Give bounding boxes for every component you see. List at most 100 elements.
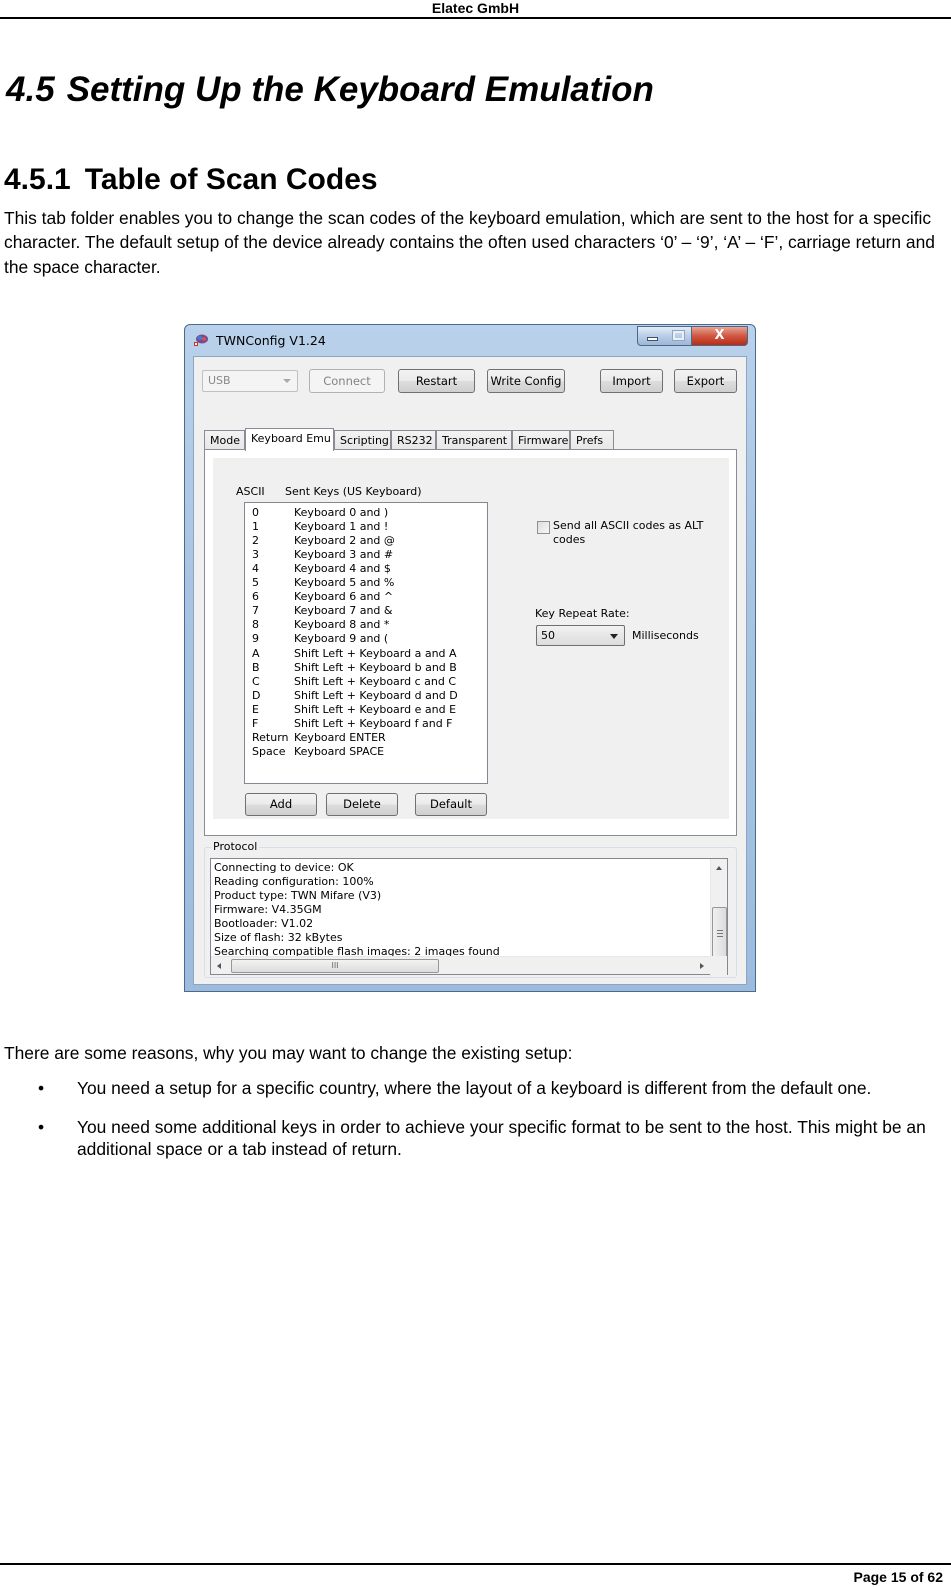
ascii-cell: 6 [252, 590, 259, 604]
key-repeat-label: Key Repeat Rate: [535, 607, 630, 620]
footer-rule [0, 1563, 951, 1565]
scroll-up-icon[interactable] [716, 866, 722, 870]
delete-button[interactable]: Delete [326, 793, 398, 816]
page-header: Elatec GmbH [431, 0, 520, 16]
reasons-intro: There are some reasons, why you may want… [4, 1043, 573, 1063]
tab-mode[interactable]: Mode [204, 430, 245, 450]
intro-paragraph: This tab folder enables you to change th… [4, 208, 935, 277]
reason-text: You need a setup for a specific country,… [77, 1078, 872, 1098]
protocol-group: Protocol Connecting to device: OK Reading… [204, 840, 737, 978]
ascii-cell: 4 [252, 562, 259, 576]
port-combo[interactable]: USB [202, 370, 298, 392]
sent-keys-cell: Shift Left + Keyboard e and E [294, 702, 457, 716]
ascii-cell: 3 [252, 548, 259, 562]
protocol-log[interactable]: Connecting to device: OK Reading configur… [210, 858, 728, 977]
sent-keys-cell: Keyboard 5 and % [294, 576, 395, 590]
scroll-left-icon[interactable] [217, 963, 221, 969]
list-item: • You need a setup for a specific country… [0, 1077, 951, 1099]
minimize-button[interactable] [637, 326, 666, 346]
close-icon: X [714, 328, 725, 343]
tab-transparent[interactable]: Transparent [436, 430, 512, 450]
sent-keys-cell: Shift Left + Keyboard a and A [294, 646, 457, 660]
add-button[interactable]: Add [245, 793, 317, 816]
section-heading: 4.5 Setting Up the Keyboard Emulation [6, 66, 654, 114]
log-line: Bootloader: V1.02 [214, 917, 314, 930]
sent-keys-cell: Keyboard 1 and ! [294, 520, 389, 534]
alt-codes-checkbox[interactable] [537, 521, 550, 534]
ascii-cell: 8 [252, 618, 259, 632]
ascii-cell: 5 [252, 576, 259, 590]
horizontal-scroll-thumb[interactable]: III [231, 959, 439, 973]
sent-keys-cell: Keyboard 0 and ) [294, 506, 389, 519]
subsection-number: 4.5.1 [4, 163, 71, 196]
sent-keys-cell: Keyboard SPACE [294, 744, 385, 758]
twnconfig-app-icon [194, 334, 208, 346]
alt-codes-label[interactable]: Send all ASCII codes as ALT codes [553, 519, 713, 547]
log-line: Connecting to device: OK [214, 861, 354, 874]
ascii-cell: 2 [252, 534, 259, 548]
tab-prefs[interactable]: Prefs [570, 430, 614, 450]
ascii-column-header: ASCII [236, 485, 265, 498]
window-client: USB Connect Restart Write Config Import … [193, 356, 747, 985]
scroll-right-icon[interactable] [700, 963, 704, 969]
bullet-icon: • [38, 1078, 45, 1098]
tab-scripting[interactable]: Scripting [334, 430, 391, 450]
ascii-cell: B [252, 660, 260, 674]
export-button[interactable]: Export [674, 369, 737, 393]
key-repeat-select[interactable]: 50 [536, 625, 625, 646]
list-item: • You need some additional keys in order … [0, 1116, 951, 1160]
sent-keys-cell: Keyboard 2 and @ [294, 534, 395, 548]
log-line: Firmware: V4.35GM [214, 903, 322, 916]
connect-button[interactable]: Connect [309, 369, 385, 393]
sent-keys-cell: Keyboard 3 and # [294, 548, 394, 562]
log-line: Size of flash: 32 kBytes [214, 931, 343, 944]
ascii-cell: A [252, 646, 260, 660]
tab-keyboard-emu[interactable]: Keyboard Emu [245, 428, 334, 451]
keyboard-emu-panel: ASCII Sent Keys (US Keyboard) 0 Keyboard … [204, 449, 737, 836]
sent-keys-cell: Keyboard 4 and $ [294, 562, 391, 576]
key-repeat-unit: Milliseconds [632, 629, 699, 642]
section-title: Setting Up the Keyboard Emulation [66, 70, 654, 109]
sent-keys-cell: Keyboard ENTER [294, 730, 386, 744]
bullet-icon: • [38, 1117, 45, 1137]
sent-keys-cell: Shift Left + Keyboard d and D [294, 688, 458, 702]
tab-rs232[interactable]: RS232 [391, 430, 436, 450]
sent-keys-cell: Shift Left + Keyboard f and F [294, 716, 453, 730]
section-number: 4.5 [6, 70, 55, 109]
reason-text: You need some additional keys in order t… [77, 1117, 926, 1159]
sent-keys-cell: Keyboard 9 and ( [294, 632, 389, 646]
ascii-cell: Space [252, 744, 286, 758]
ascii-cell: 0 [252, 506, 259, 519]
chevron-down-icon [610, 634, 618, 639]
protocol-title: Protocol [211, 840, 260, 854]
sent-keys-column-header: Sent Keys (US Keyboard) [285, 485, 422, 498]
write-config-button[interactable]: Write Config [487, 369, 565, 393]
ascii-cell: 1 [252, 520, 259, 534]
ascii-cell: Return [252, 730, 289, 744]
reasons-list: • You need a setup for a specific country… [0, 1077, 951, 1177]
close-button[interactable]: X [692, 326, 748, 346]
window-titlebar[interactable]: TWNConfig V1.24 X [185, 325, 755, 355]
scan-code-list[interactable]: 0 Keyboard 0 and ) 1 Keyboard 1 and ! 2 Keybo… [244, 502, 488, 784]
key-repeat-value: 50 [541, 629, 555, 642]
tab-firmware[interactable]: Firmware [512, 430, 570, 450]
default-button[interactable]: Default [415, 793, 487, 816]
maximize-icon [673, 331, 684, 340]
window-title: TWNConfig V1.24 [216, 333, 326, 348]
keyboard-emu-content: ASCII Sent Keys (US Keyboard) 0 Keyboard … [213, 458, 729, 819]
sent-keys-cell: Shift Left + Keyboard c and C [294, 674, 457, 688]
subsection-title: Table of Scan Codes [84, 163, 378, 196]
sent-keys-cell: Keyboard 7 and & [294, 604, 393, 618]
twnconfig-window: TWNConfig V1.24 X USB Connect Restart Wr… [184, 324, 756, 992]
vertical-scroll-thumb[interactable] [712, 907, 727, 959]
maximize-button[interactable] [665, 326, 692, 346]
ascii-cell: C [252, 674, 260, 688]
port-combo-value: USB [208, 374, 231, 387]
chevron-down-icon [283, 379, 291, 383]
minimize-icon [647, 337, 658, 341]
sent-keys-cell: Keyboard 6 and ^ [294, 590, 394, 604]
sent-keys-cell: Shift Left + Keyboard b and B [294, 660, 457, 674]
restart-button[interactable]: Restart [398, 369, 475, 393]
import-button[interactable]: Import [600, 369, 663, 393]
horizontal-scrollbar[interactable]: III [211, 956, 710, 974]
